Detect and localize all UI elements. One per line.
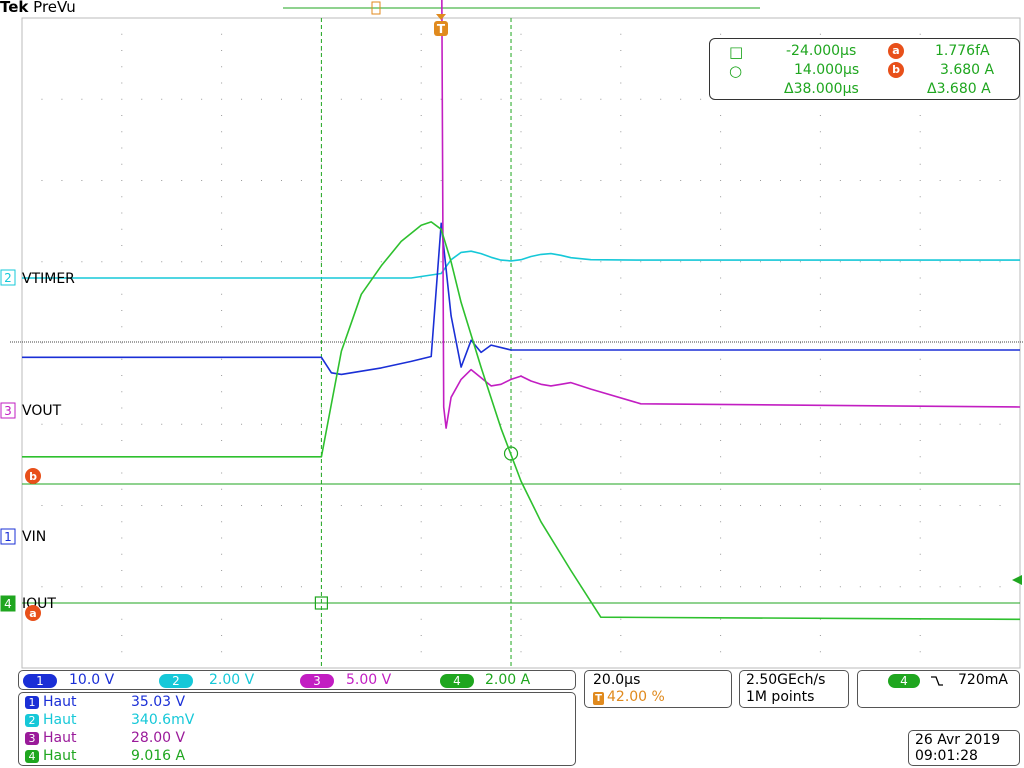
scale-ch3-badge: 3 [300,674,334,688]
measurement-row: 3 Haut 28.00 V [25,730,185,746]
trigger-position-badge: T [593,692,604,705]
measurement-row: 1 Haut 35.03 V [25,694,185,710]
scale-ch2-badge: 2 [159,674,193,688]
measurement-ch1-label: Haut [43,694,77,710]
cursor-b-time: 14.000µs [794,62,860,78]
measurement-ch1-value: 35.03 V [131,694,186,710]
trace-iout [22,221,1021,621]
scale-ch4-badge: 4 [440,674,474,688]
datetime-panel: 26 Avr 2019 09:01:28 [908,730,1020,766]
measurement-row: 4 Haut 9.016 A [25,748,185,764]
svg-text:a: a [29,607,36,620]
cursor-a-badge: a [25,605,41,621]
trigger-position-arrow [436,14,446,20]
brand-logo: Tek [0,0,29,16]
cursor-readout-panel: □ -24.000µs a 1.776fA ○ 14.000µs b 3.680… [709,38,1020,100]
measurement-ch1-badge: 1 [25,696,39,709]
measurement-ch2-value: 340.6mV [131,712,195,728]
cursor-a-symbol: □ [729,43,744,61]
falling-edge-icon [931,676,943,686]
trigger-level-arrow [1012,575,1022,585]
trigger-position-value: 42.00 % [607,689,665,705]
cursor-b-value: 3.680 A [940,62,995,78]
measurements-panel: 1 Haut 35.03 V 2 Haut 340.6mV 3 Haut 28.00 V 4… [18,692,576,766]
measurement-ch2-badge: 2 [25,714,39,727]
cursor-b-badge: b [25,468,41,484]
channel-label-ch2: 2 VTIMER [0,269,75,287]
cursor-b-value-badge: b [888,62,904,78]
channel-label-ch3: 3 VOUT [0,402,62,419]
trigger-position-label: T [437,22,446,36]
graticule [21,17,1021,669]
svg-text:1: 1 [4,530,12,544]
measurement-ch2-label: Haut [43,712,77,728]
trigger-source-badge: 4 [888,674,920,688]
trigger-level: 720mA [958,672,1008,688]
scale-ch1-badge: 1 [23,674,57,688]
scale-ch3-value: 5.00 V [346,672,392,688]
channel-label-ch1: 1 VIN [0,528,46,545]
svg-text:2: 2 [4,271,12,285]
svg-text:3: 3 [4,404,12,418]
measurement-ch3-badge: 3 [25,732,39,745]
scale-ch2-value: 2.00 V [209,672,255,688]
svg-text:b: b [29,470,37,483]
time: 09:01:28 [915,748,978,764]
cursor-a-value-badge: a [888,43,904,59]
cursor-b-symbol: ○ [729,62,743,80]
timebase-panel: 20.0µs T 42.00 % [584,670,732,708]
trigger-position: T 42.00 % [593,689,665,705]
svg-text:VTIMER: VTIMER [22,271,75,287]
date: 26 Avr 2019 [915,732,1001,748]
measurement-row: 2 Haut 340.6mV [25,712,194,728]
oscilloscope-screen: T 2 VTIMER 3 VOUT b 1 VIN 4 IOUT a [0,0,1024,669]
brand-header: Tek PreVu [0,0,76,16]
measurement-ch4-badge: 4 [25,750,39,763]
trace-vtimer [22,250,1020,279]
svg-text:VOUT: VOUT [22,403,62,419]
svg-text:VIN: VIN [22,529,46,545]
vertical-scale-panel: 1 10.0 V 2 2.00 V 3 5.00 V 4 2.00 A [18,670,576,690]
measurement-ch4-value: 9.016 A [131,748,186,764]
record-length: 1M points [746,689,815,705]
trigger-panel: 4 720mA [857,670,1020,708]
measurement-ch3-label: Haut [43,730,77,746]
cursor-a-time: -24.000µs [786,43,857,59]
acquisition-mode: PreVu [33,0,76,16]
delta-time: Δ38.000µs [784,81,859,97]
timebase-scale: 20.0µs [593,672,641,688]
svg-text:4: 4 [4,597,12,611]
scale-ch1-value: 10.0 V [69,672,115,688]
delta-value: Δ3.680 A [927,81,991,97]
acquisition-panel: 2.50GEch/s 1M points [739,670,849,708]
sample-rate: 2.50GEch/s [746,672,826,688]
measurement-ch3-value: 28.00 V [131,730,186,746]
scale-ch4-value: 2.00 A [485,672,531,688]
cursor-a-value: 1.776fA [935,43,990,59]
measurement-ch4-label: Haut [43,748,77,764]
